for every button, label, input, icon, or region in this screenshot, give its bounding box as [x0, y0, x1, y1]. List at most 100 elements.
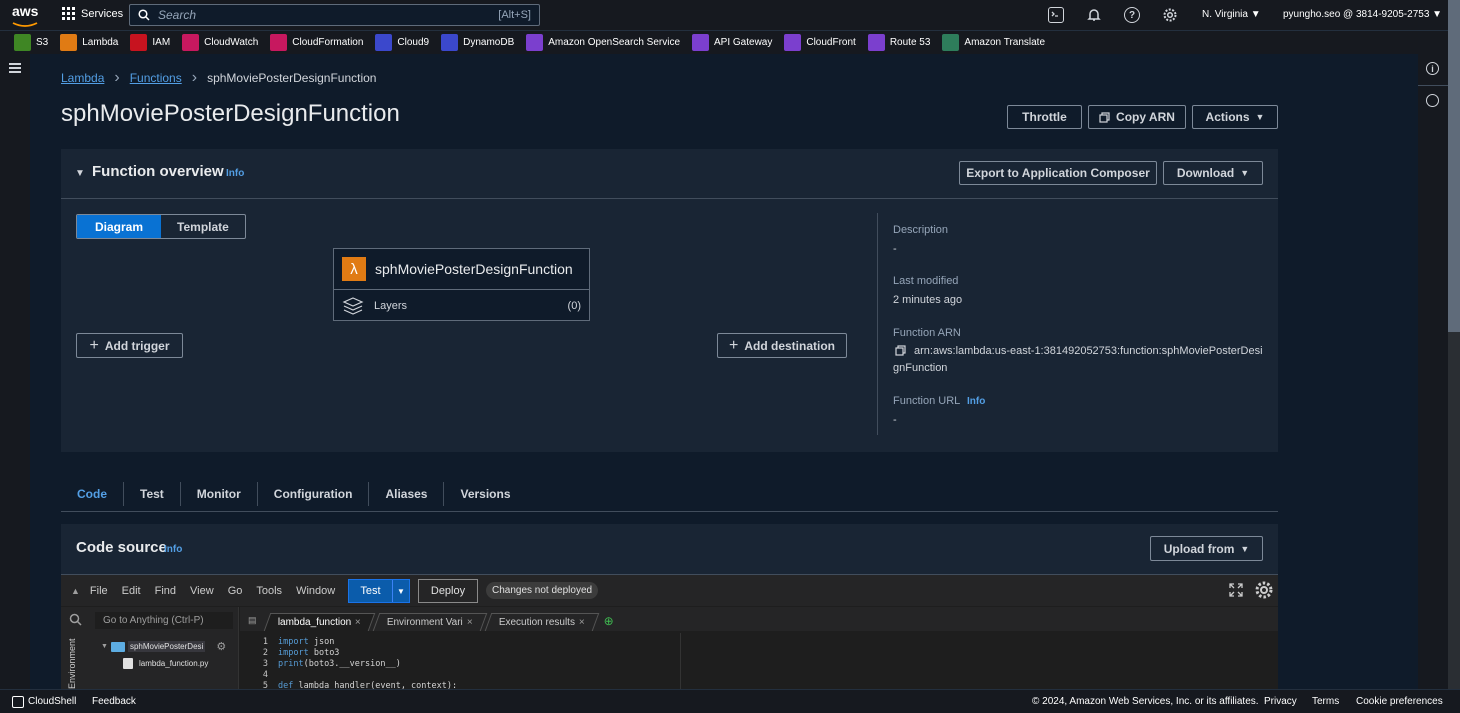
- scrollbar-thumb[interactable]: [1448, 0, 1460, 332]
- editor-tab[interactable]: Environment Vari ×: [372, 613, 487, 631]
- ide-menu-find[interactable]: Find: [155, 585, 176, 597]
- environment-side-tab[interactable]: Environment: [67, 637, 77, 689]
- ide-menu-window[interactable]: Window: [296, 585, 335, 597]
- add-destination-button[interactable]: + Add destination: [717, 333, 847, 358]
- favorite-amazon-translate[interactable]: Amazon Translate: [942, 34, 1045, 51]
- chevron-right-icon: ›: [114, 69, 120, 86]
- function-arn-value: arn:aws:lambda:us-east-1:381492052753:fu…: [914, 345, 1263, 357]
- tab-code[interactable]: Code: [61, 481, 124, 506]
- tab-test[interactable]: Test: [124, 481, 181, 506]
- menu-hamburger-icon[interactable]: [9, 63, 21, 73]
- favorite-cloudwatch[interactable]: CloudWatch: [182, 34, 258, 51]
- favorite-cloud9[interactable]: Cloud9: [375, 34, 429, 51]
- region-selector[interactable]: N. Virginia ▼: [1202, 9, 1261, 20]
- ide-menu-view[interactable]: View: [190, 585, 214, 597]
- tutorial-icon[interactable]: [1426, 94, 1439, 107]
- test-dropdown-icon[interactable]: ▼: [392, 580, 409, 602]
- collapse-arrow-icon[interactable]: ▲: [71, 586, 80, 596]
- ide-menu-go[interactable]: Go: [228, 585, 243, 597]
- favorite-iam[interactable]: IAM: [130, 34, 170, 51]
- last-modified-value: 2 minutes ago: [893, 294, 963, 306]
- search-input[interactable]: Search [Alt+S]: [129, 4, 540, 26]
- ide-menu-file[interactable]: File: [90, 585, 108, 597]
- download-dropdown[interactable]: Download ▼: [1163, 161, 1263, 185]
- file-row[interactable]: lambda_function.py: [123, 658, 208, 669]
- aws-smile-icon: [12, 22, 38, 27]
- close-icon[interactable]: ×: [355, 617, 361, 628]
- function-node[interactable]: λ sphMoviePosterDesignFunction: [334, 249, 589, 290]
- tab-aliases[interactable]: Aliases: [369, 481, 445, 506]
- help-icon[interactable]: ?: [1124, 7, 1140, 23]
- favorite-dynamodb[interactable]: DynamoDB: [441, 34, 514, 51]
- ide-test-button[interactable]: Test ▼: [348, 579, 410, 603]
- layers-node[interactable]: Layers (0): [334, 290, 589, 321]
- code-text: json: [308, 637, 335, 647]
- add-trigger-button[interactable]: + Add trigger: [76, 333, 183, 358]
- service-icon: [942, 34, 960, 51]
- function-arn-value-cont: gnFunction: [893, 362, 948, 374]
- function-url-label: Function URL: [893, 395, 961, 407]
- info-panel-icon[interactable]: i: [1426, 62, 1439, 75]
- tab-list-icon[interactable]: ▤: [248, 615, 257, 626]
- favorite-lambda[interactable]: Lambda: [60, 34, 118, 51]
- privacy-link[interactable]: Privacy: [1264, 696, 1297, 707]
- function-overview-info-link[interactable]: Info: [226, 168, 244, 179]
- function-url-info-link[interactable]: Info: [967, 396, 985, 407]
- close-icon[interactable]: ×: [579, 617, 585, 628]
- fullscreen-icon[interactable]: [1229, 583, 1243, 600]
- services-label: Services: [81, 7, 124, 20]
- favorite-api-gateway[interactable]: API Gateway: [692, 34, 772, 51]
- function-overview-panel: [61, 149, 1278, 452]
- ide-menu-edit[interactable]: Edit: [122, 585, 141, 597]
- terms-link[interactable]: Terms: [1312, 696, 1339, 707]
- service-icon: [60, 34, 78, 51]
- tree-settings-gear-icon[interactable]: ⚙: [216, 640, 226, 653]
- copy-arn-icon[interactable]: [895, 345, 906, 359]
- feedback-link[interactable]: Feedback: [92, 696, 136, 707]
- search-icon[interactable]: [69, 613, 82, 629]
- favorite-route-53[interactable]: Route 53: [867, 34, 930, 51]
- editor-tab[interactable]: lambda_function ×: [263, 613, 376, 631]
- template-tab[interactable]: Template: [161, 215, 245, 238]
- cloudshell-icon[interactable]: [1048, 7, 1064, 23]
- tab-monitor[interactable]: Monitor: [181, 481, 258, 506]
- export-application-composer-button[interactable]: Export to Application Composer: [959, 161, 1157, 185]
- favorite-cloudfront[interactable]: CloudFront: [784, 34, 856, 51]
- caret-down-icon: ▼: [1255, 112, 1265, 122]
- editor-tab[interactable]: Execution results ×: [484, 613, 599, 631]
- throttle-button[interactable]: Throttle: [1007, 105, 1082, 129]
- plus-icon: +: [89, 336, 99, 354]
- breadcrumb-lambda-link[interactable]: Lambda: [61, 71, 104, 85]
- account-menu[interactable]: pyungho.seo @ 3814-9205-2753 ▼: [1283, 9, 1442, 20]
- ide-settings-gear-icon[interactable]: [1254, 580, 1274, 603]
- folder-row[interactable]: ▼ sphMoviePosterDesi ⚙: [101, 640, 226, 653]
- code-editor-content[interactable]: 1 import json 2 import boto3 3 print(boto3.__…: [240, 633, 1278, 691]
- services-menu-button[interactable]: Services: [62, 7, 123, 20]
- copy-arn-button[interactable]: Copy ARN: [1088, 105, 1186, 129]
- close-icon[interactable]: ×: [467, 617, 473, 628]
- cookie-preferences-link[interactable]: Cookie preferences: [1356, 696, 1443, 707]
- tab-configuration[interactable]: Configuration: [258, 481, 370, 506]
- deploy-button[interactable]: Deploy: [418, 579, 478, 603]
- code-editor: ▲ File Edit Find View Go Tools Window Test ▼ D…: [61, 574, 1278, 691]
- actions-dropdown[interactable]: Actions ▼: [1192, 105, 1278, 129]
- aws-logo[interactable]: aws: [12, 4, 40, 27]
- breadcrumb-functions-link[interactable]: Functions: [130, 71, 182, 85]
- go-to-anything-input[interactable]: Go to Anything (Ctrl-P): [95, 612, 233, 629]
- notifications-bell-icon[interactable]: [1086, 7, 1102, 26]
- favorite-s3[interactable]: S3: [14, 34, 48, 51]
- favorite-amazon-opensearch-service[interactable]: Amazon OpenSearch Service: [526, 34, 680, 51]
- tab-versions[interactable]: Versions: [444, 482, 526, 506]
- cloudshell-icon[interactable]: [12, 696, 24, 708]
- add-tab-icon[interactable]: ⊕: [604, 614, 614, 628]
- upload-from-dropdown[interactable]: Upload from ▼: [1150, 536, 1263, 561]
- caret-down-icon[interactable]: ▼: [75, 168, 85, 179]
- diagram-tab[interactable]: Diagram: [77, 215, 162, 238]
- left-rail: [0, 54, 30, 689]
- ide-menu-tools[interactable]: Tools: [256, 585, 282, 597]
- favorite-cloudformation[interactable]: CloudFormation: [270, 34, 363, 51]
- settings-gear-icon[interactable]: [1162, 7, 1178, 26]
- page-scrollbar[interactable]: [1448, 0, 1460, 689]
- code-source-info-link[interactable]: Info: [164, 544, 182, 555]
- cloudshell-link[interactable]: CloudShell: [28, 696, 76, 707]
